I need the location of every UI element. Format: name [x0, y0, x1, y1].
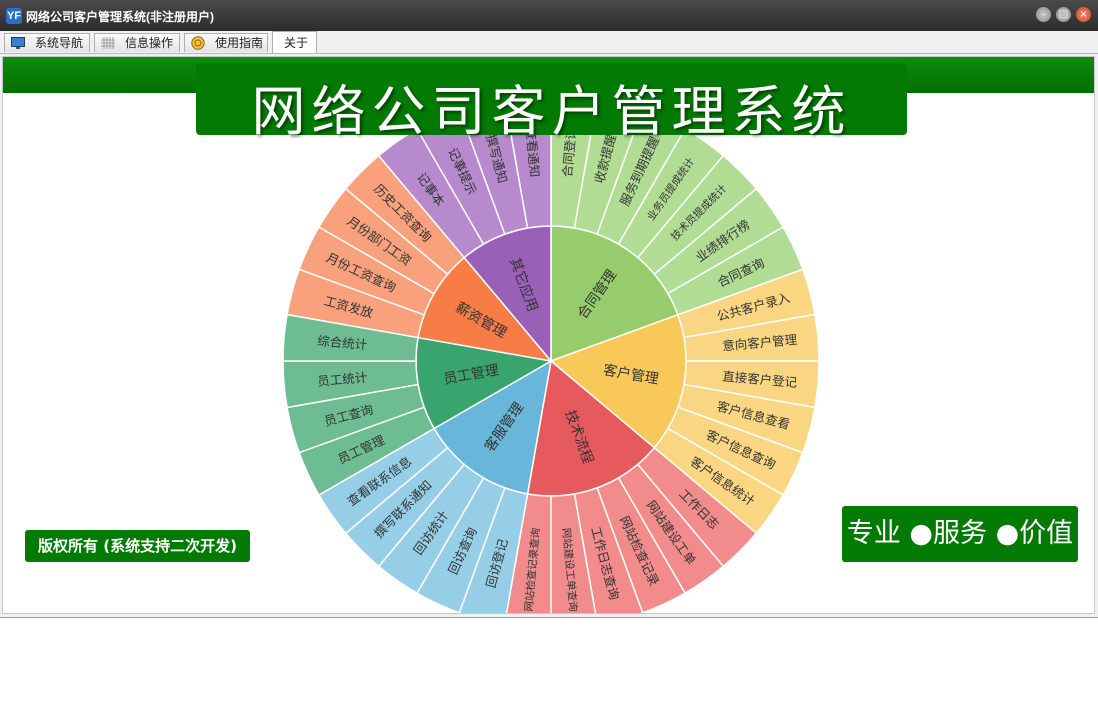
tab-user-guide[interactable]: 使用指南	[184, 33, 268, 52]
minimize-button[interactable]: –	[1036, 7, 1051, 22]
tab-info-ops[interactable]: 信息操作	[94, 33, 180, 52]
page-title: 网络公司客户管理系统	[251, 80, 852, 143]
tab-label: 使用指南	[215, 36, 264, 50]
tab-system-nav[interactable]: 系统导航	[4, 33, 90, 52]
window-title: 网络公司客户管理系统(非注册用户)	[26, 10, 214, 24]
tab-about[interactable]: 关于	[272, 31, 317, 53]
tab-bar: 系统导航 信息操作 使用指南 关于	[0, 31, 1098, 54]
close-button[interactable]: ×	[1076, 7, 1091, 22]
grid-icon	[101, 37, 115, 49]
tab-label: 信息操作	[125, 36, 174, 50]
copyright-badge: 版权所有 (系统支持二次开发)	[25, 530, 250, 562]
monitor-icon	[11, 37, 25, 49]
app-logo-icon: YF	[6, 8, 22, 24]
content-panel: 合同登记 收款提醒 服务到期提醒 业务员提成统计 技术员提成统计 业绩排行榜 合同查询 合同管…	[2, 56, 1095, 614]
coin-icon	[191, 36, 205, 50]
slogan-badge: 专业 ●服务 ●价值	[842, 506, 1078, 562]
title-bar: YF 网络公司客户管理系统(非注册用户) – □ ×	[0, 0, 1098, 31]
tab-label: 关于	[284, 36, 309, 50]
title-banner: 网络公司客户管理系统	[196, 63, 907, 143]
app-window: YF 网络公司客户管理系统(非注册用户) – □ × 系统导航 信息操作 使用指…	[0, 0, 1098, 618]
tab-label: 系统导航	[35, 36, 84, 50]
maximize-button[interactable]: □	[1056, 7, 1071, 22]
